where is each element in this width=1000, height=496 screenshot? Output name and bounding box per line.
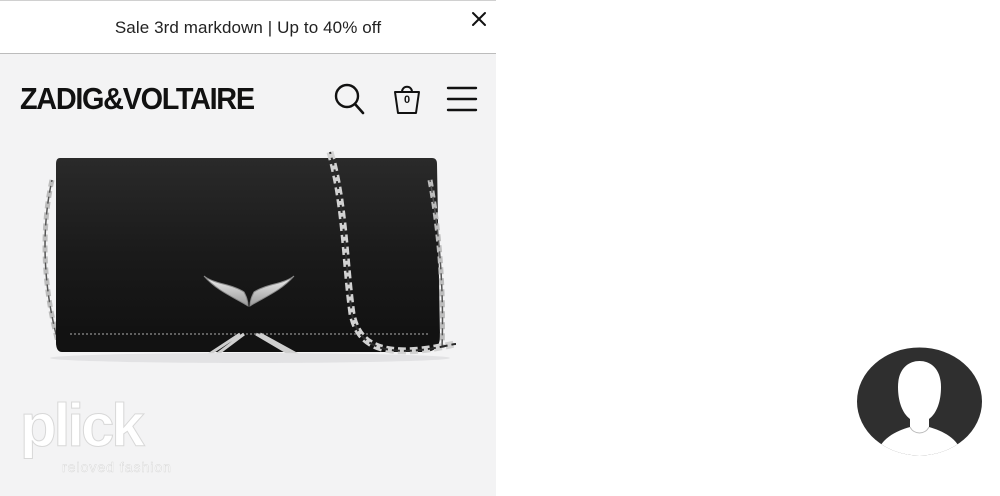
close-icon[interactable] [470, 10, 488, 28]
promo-banner: Sale 3rd markdown | Up to 40% off [0, 0, 496, 54]
search-icon[interactable] [333, 82, 365, 116]
svg-text:reloved fashion: reloved fashion [62, 459, 172, 475]
promo-text[interactable]: Sale 3rd markdown | Up to 40% off [0, 18, 496, 38]
user-avatar-icon[interactable] [856, 347, 983, 456]
svg-text:plick: plick [20, 392, 145, 459]
shopping-bag-icon[interactable]: 0 [393, 82, 421, 116]
product-page: Sale 3rd markdown | Up to 40% off ZADIG&… [0, 0, 496, 496]
hamburger-menu-icon[interactable] [446, 84, 478, 114]
brand-logo[interactable]: ZADIG&VOLTAIRE [20, 81, 255, 117]
site-header: ZADIG&VOLTAIRE 0 [0, 54, 496, 144]
cart-count-badge: 0 [403, 94, 411, 106]
plick-watermark-logo: plick reloved fashion [18, 388, 198, 480]
